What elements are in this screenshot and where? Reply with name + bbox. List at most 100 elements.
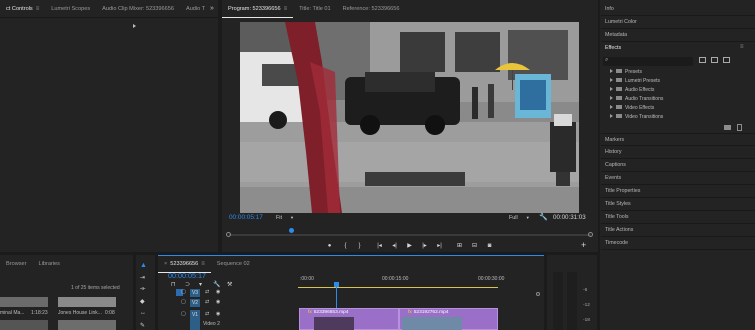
tab-audio-clip-mixer[interactable]: Audio Clip Mixer: 523396656 (96, 2, 180, 17)
eye-icon[interactable]: ◉ (216, 299, 220, 305)
add-button[interactable]: + (581, 240, 586, 250)
eye-icon[interactable]: ◉ (216, 289, 220, 295)
slip-tool-icon[interactable]: ↔ (140, 310, 146, 316)
ruler-label: 00:00:30:00 (478, 276, 505, 282)
track-target-v2[interactable]: V2 (190, 299, 200, 307)
clip-thumbnail[interactable] (0, 297, 48, 307)
track-target-v3[interactable]: V3 (190, 289, 200, 297)
markers-tab[interactable]: Markers (601, 133, 755, 146)
play-icon[interactable]: ▶ (405, 242, 414, 250)
effects-folder-video-transitions[interactable]: Video Transitions (610, 113, 663, 120)
effects-folder-audio-transitions[interactable]: Audio Transitions (610, 95, 663, 102)
history-tab[interactable]: History (601, 146, 755, 159)
lumetri-color-tab[interactable]: Lumetri Color (601, 16, 755, 29)
tab-reference[interactable]: Reference: 523396656 (337, 2, 406, 17)
go-to-out-icon[interactable]: ▸| (435, 242, 444, 250)
timeline-timecode[interactable]: 00:00:05:17 (168, 271, 206, 280)
delete-icon[interactable] (737, 124, 742, 131)
effects-folder-audio-effects[interactable]: Audio Effects (610, 86, 654, 93)
go-to-in-icon[interactable]: |◂ (375, 242, 384, 250)
effects-search-input[interactable] (603, 57, 693, 66)
tab-libraries[interactable]: Libraries (33, 257, 66, 272)
track-select-tool-icon[interactable]: ⇥ (140, 274, 145, 281)
work-area-bar[interactable] (298, 287, 498, 288)
metadata-tab[interactable]: Metadata (601, 29, 755, 42)
search-icon: ⌕ (605, 57, 609, 63)
timecode-tab[interactable]: Timecode (601, 237, 755, 250)
toggle-sync-lock-icon[interactable]: ⇄ (205, 289, 209, 295)
effects-tab[interactable]: Effects (601, 42, 755, 55)
program-video-frame[interactable] (240, 22, 579, 213)
clip-thumbnail[interactable] (58, 320, 116, 330)
yuv-effects-icon[interactable] (723, 57, 730, 63)
program-scrubber[interactable] (229, 234, 591, 236)
program-current-timecode[interactable]: 00:00:05:17 (229, 214, 263, 221)
title-tools-tab[interactable]: Title Tools (601, 211, 755, 224)
effects-folder-presets[interactable]: Presets (610, 68, 642, 75)
32bit-effects-icon[interactable] (711, 57, 718, 63)
timeline-clip[interactable]: fx 523192762.mp4 (399, 308, 498, 330)
playback-quality-select[interactable]: Full ▼ (509, 215, 530, 221)
mark-in-icon[interactable]: { (341, 242, 350, 250)
mark-out-icon[interactable]: } (355, 242, 364, 250)
title-styles-tab[interactable]: Title Styles (601, 198, 755, 211)
timeline-settings-icon[interactable]: 🔧 (213, 281, 220, 288)
extract-icon[interactable]: ⊟ (470, 242, 479, 250)
tab-sequence-02[interactable]: Sequence 02 (211, 257, 256, 272)
title-properties-tab[interactable]: Title Properties (601, 185, 755, 198)
title-actions-tab[interactable]: Title Actions (601, 224, 755, 237)
clip-name: Jones House Link... (58, 310, 102, 316)
add-marker-icon[interactable]: ● (325, 242, 334, 250)
zoom-fit-select[interactable]: Fit ▼ (276, 215, 294, 221)
clip-thumbnail[interactable] (58, 297, 116, 307)
timeline-vertical-scrollbar[interactable] (536, 292, 540, 296)
playhead-handle[interactable] (289, 228, 294, 233)
step-forward-icon[interactable]: |▸ (420, 242, 429, 250)
selection-tool-icon[interactable]: ▲ (140, 262, 147, 269)
tab-lumetri-scopes[interactable]: Lumetri Scopes (45, 2, 96, 17)
snap-icon[interactable]: ⊓ (171, 281, 176, 288)
wrench-icon[interactable]: ⚒ (227, 281, 232, 288)
step-back-icon[interactable]: ◂| (390, 242, 399, 250)
effects-folder-lumetri-presets[interactable]: Lumetri Presets (610, 77, 660, 84)
expand-arrow-icon (610, 113, 613, 118)
source-overflow-icon[interactable]: » (210, 5, 214, 12)
tab-program[interactable]: Program: 523396656 ≡ (222, 2, 294, 18)
new-bin-icon[interactable] (724, 125, 731, 130)
timeline-clip[interactable]: fx 523396653.mp4 (299, 308, 399, 330)
accelerated-effects-icon[interactable] (699, 57, 706, 63)
linked-selection-icon[interactable]: ⊃ (185, 281, 190, 288)
meter-scale-label: -6 (583, 288, 588, 293)
close-icon[interactable]: × (164, 261, 167, 267)
info-panel-tab[interactable]: Info (601, 3, 755, 16)
track-lock-icon[interactable]: ▢ (181, 311, 186, 317)
clip-thumbnail[interactable] (0, 320, 48, 330)
tab-title[interactable]: Title: Title 01 (293, 2, 337, 17)
add-marker-icon[interactable]: ▾ (199, 281, 202, 288)
events-tab[interactable]: Events (601, 172, 755, 185)
tab-effect-controls[interactable]: ct Controls ≡ (0, 2, 46, 18)
export-frame-icon[interactable]: ◙ (485, 242, 494, 250)
effects-folder-video-effects[interactable]: Video Effects (610, 104, 654, 111)
panel-menu-icon[interactable]: ≡ (201, 261, 205, 267)
wrench-icon[interactable]: 🔧 (539, 213, 548, 221)
ruler-label: :00:00 (300, 276, 314, 282)
panel-menu-icon[interactable]: ≡ (36, 6, 40, 12)
eye-icon[interactable]: ◉ (216, 311, 220, 317)
ripple-edit-tool-icon[interactable]: ⟛ (140, 286, 145, 293)
clip-name: minal Ma... (0, 310, 25, 316)
lift-icon[interactable]: ⊞ (455, 242, 464, 250)
track-lock-icon[interactable]: ▢ (181, 289, 186, 295)
track-target-v1[interactable]: V1 (190, 310, 200, 330)
captions-tab[interactable]: Captions (601, 159, 755, 172)
pen-tool-icon[interactable]: ✎ (140, 322, 145, 329)
toggle-sync-lock-icon[interactable]: ⇄ (205, 299, 209, 305)
panel-menu-icon[interactable]: ≡ (284, 6, 288, 12)
tab-media-browser[interactable]: Browser (0, 257, 33, 272)
effects-menu-icon[interactable]: ≡ (740, 44, 744, 50)
toggle-sync-lock-icon[interactable]: ⇄ (205, 311, 209, 317)
razor-tool-icon[interactable]: ◆ (140, 298, 145, 305)
collapse-arrow-icon[interactable] (133, 24, 136, 28)
track-lock-icon[interactable]: ▢ (181, 299, 186, 305)
tab-audio-track-mixer[interactable]: Audio T (180, 2, 211, 17)
